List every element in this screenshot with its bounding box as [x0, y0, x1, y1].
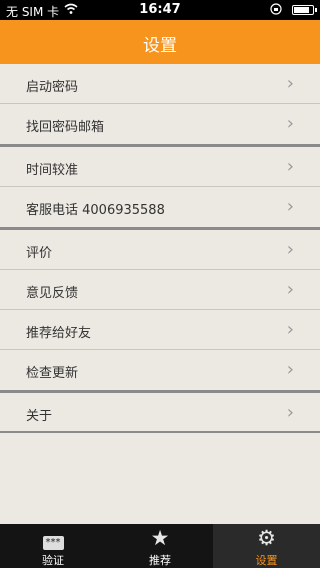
settings-item-label: 找回密码邮箱 — [26, 120, 105, 135]
battery-icon — [292, 5, 317, 15]
settings-item-check-update[interactable]: 检查更新 › — [0, 350, 320, 393]
settings-item-label: 检查更新 — [26, 366, 79, 381]
settings-item-recovery-email[interactable]: 找回密码邮箱 › — [0, 104, 320, 147]
star-icon: ★ — [150, 526, 170, 550]
settings-item-label: 启动密码 — [26, 80, 79, 95]
gear-icon: ⚙ — [257, 526, 276, 550]
tab-verify[interactable]: *** 验证 — [0, 524, 106, 568]
settings-item-startup-password[interactable]: 启动密码 › — [0, 64, 320, 104]
settings-item-support-phone[interactable]: 客服电话 4006935588 › — [0, 187, 320, 230]
tab-label: 验证 — [42, 554, 64, 567]
chevron-right-icon: › — [286, 196, 294, 217]
settings-item-label: 时间较准 — [26, 163, 79, 178]
settings-item-label: 客服电话 4006935588 — [26, 203, 165, 218]
chevron-right-icon: › — [286, 402, 294, 423]
chevron-right-icon: › — [286, 279, 294, 300]
settings-item-label: 推荐给好友 — [26, 326, 92, 341]
tab-settings[interactable]: ⚙ 设置 — [213, 524, 320, 568]
chevron-right-icon: › — [286, 359, 294, 380]
tab-label: 设置 — [255, 554, 278, 567]
tab-bar: *** 验证 ★ 推荐 ⚙ 设置 — [0, 524, 320, 568]
settings-item-label: 意见反馈 — [26, 286, 79, 301]
chevron-right-icon: › — [286, 319, 294, 340]
settings-item-about[interactable]: 关于 › — [0, 393, 320, 433]
tab-recommend[interactable]: ★ 推荐 — [107, 524, 213, 568]
status-bar: 无 SIM 卡 16:47 — [0, 0, 320, 20]
settings-item-rate[interactable]: 评价 › — [0, 230, 320, 270]
settings-item-time-sync[interactable]: 时间较准 › — [0, 147, 320, 187]
chevron-right-icon: › — [286, 156, 294, 177]
chevron-right-icon: › — [286, 73, 294, 94]
page-title: 设置 — [143, 36, 177, 56]
keypad-icon: *** — [0, 527, 106, 550]
navigation-bar: 设置 — [0, 20, 320, 64]
settings-item-recommend[interactable]: 推荐给好友 › — [0, 310, 320, 350]
settings-item-feedback[interactable]: 意见反馈 › — [0, 270, 320, 310]
settings-list: 启动密码 › 找回密码邮箱 › 时间较准 › 客服电话 4006935588 ›… — [0, 64, 320, 433]
chevron-right-icon: › — [286, 113, 294, 134]
settings-item-label: 评价 — [26, 246, 53, 261]
settings-item-label: 关于 — [26, 409, 53, 424]
tab-label: 推荐 — [149, 554, 171, 567]
chevron-right-icon: › — [286, 239, 294, 260]
rotation-lock-icon — [270, 3, 282, 18]
